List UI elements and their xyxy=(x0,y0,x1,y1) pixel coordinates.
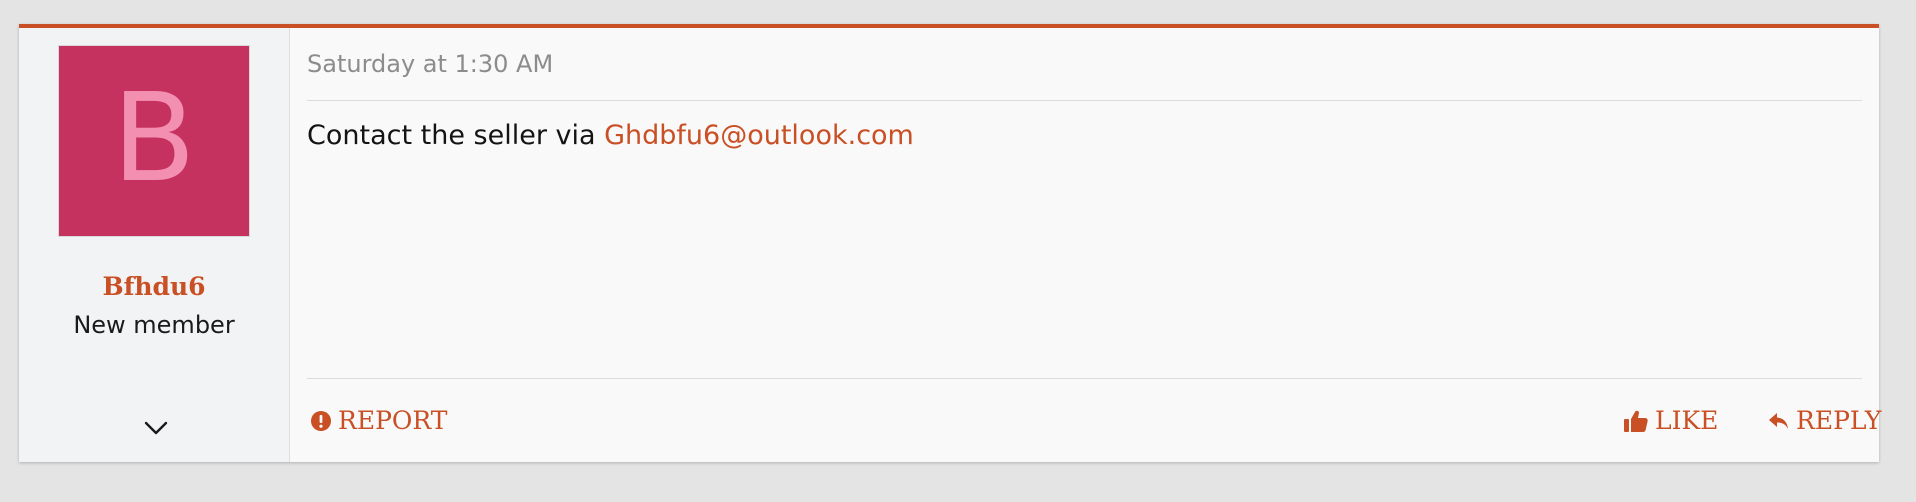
exclamation-circle-icon xyxy=(310,410,332,432)
post-date-link[interactable]: Saturday at 1:30 AM xyxy=(307,50,553,78)
report-button[interactable]: REPORT xyxy=(310,406,447,435)
like-label: LIKE xyxy=(1655,406,1719,435)
like-button[interactable]: LIKE xyxy=(1623,406,1718,435)
reply-button[interactable]: REPLY xyxy=(1768,406,1881,435)
email-link[interactable]: Ghdbfu6@outlook.com xyxy=(604,120,914,151)
thumbs-up-icon xyxy=(1623,409,1649,433)
reply-arrow-icon xyxy=(1768,410,1790,432)
divider xyxy=(307,378,1862,379)
post-message: Contact the seller via Ghdbfu6@outlook.c… xyxy=(307,120,914,151)
post-content-layer: Saturday at 1:30 AM Contact the seller v… xyxy=(19,28,1881,462)
reply-label: REPLY xyxy=(1796,406,1882,435)
message-text: Contact the seller via xyxy=(307,120,605,151)
divider xyxy=(307,100,1862,101)
report-label: REPORT xyxy=(338,406,448,435)
